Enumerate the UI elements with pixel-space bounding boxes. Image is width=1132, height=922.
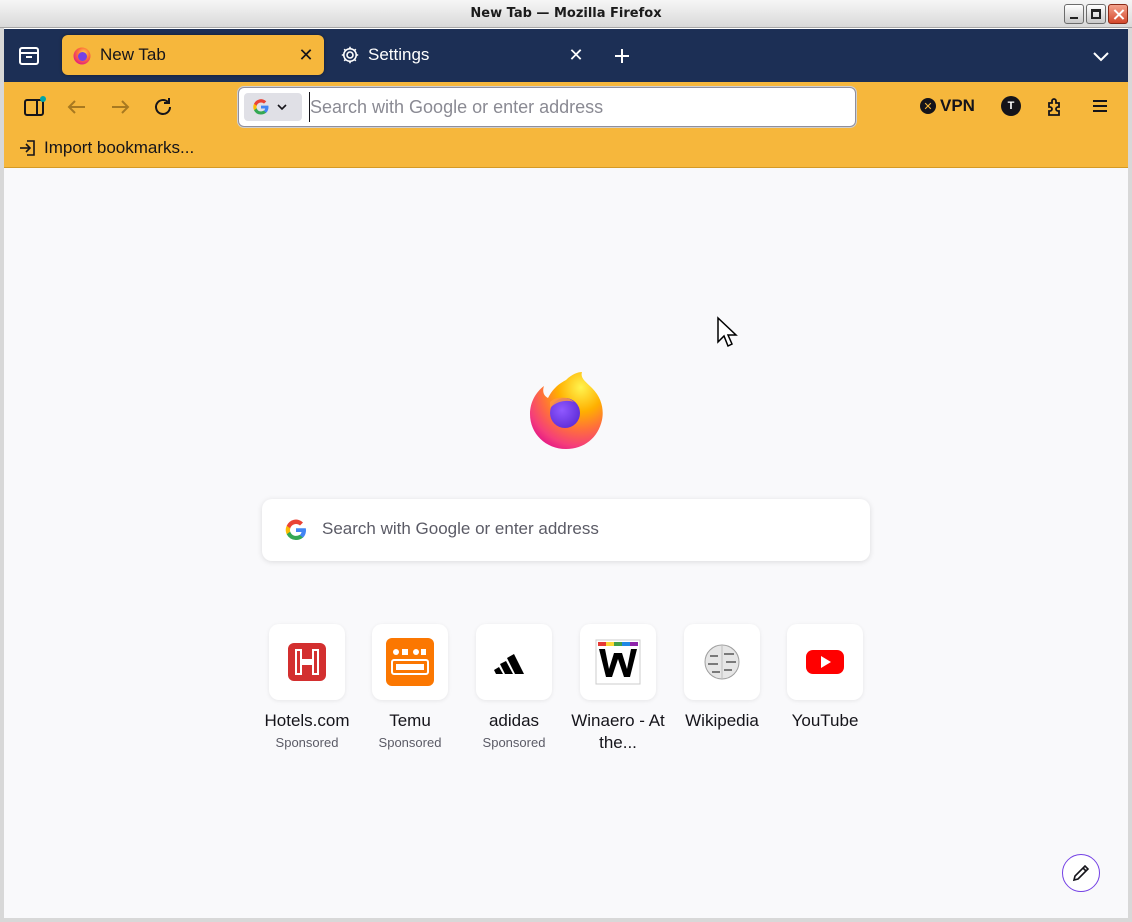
top-site-name: Temu	[389, 711, 431, 730]
list-all-tabs-button[interactable]	[1088, 43, 1114, 69]
firefox-logo-icon	[530, 372, 603, 449]
sponsored-label: Sponsored	[275, 735, 339, 750]
minimize-button[interactable]	[1064, 4, 1084, 24]
plus-icon	[615, 49, 629, 63]
close-tab-icon[interactable]: ✕	[292, 41, 320, 69]
new-tab-search-box[interactable]: Search with Google or enter address	[262, 499, 870, 561]
sidebar-button[interactable]	[22, 94, 48, 120]
top-site-wikipedia[interactable]: Wikipedia	[674, 624, 770, 732]
url-input[interactable]	[309, 92, 849, 122]
import-bookmarks-button[interactable]: Import bookmarks...	[18, 138, 194, 158]
close-tab-icon[interactable]: ✕	[562, 41, 590, 69]
close-window-button[interactable]	[1108, 4, 1128, 24]
window-frame-bottom	[0, 918, 1132, 922]
vpn-button[interactable]: ✕ VPN	[920, 96, 975, 116]
top-site-name: Wikipedia	[685, 711, 759, 730]
window-frame-right	[1128, 28, 1132, 922]
search-engine-selector[interactable]	[244, 93, 302, 121]
top-sites: Hotels.com Sponsored Temu Sponsored adid…	[262, 624, 882, 764]
top-site-icon-box	[684, 624, 760, 700]
top-site-icon-box	[269, 624, 345, 700]
sponsored-label: Sponsored	[482, 735, 546, 750]
top-site-hotels[interactable]: Hotels.com Sponsored	[259, 624, 355, 750]
import-bookmarks-label: Import bookmarks...	[44, 138, 195, 157]
maximize-button[interactable]	[1086, 4, 1106, 24]
vpn-status-icon: ✕	[920, 98, 936, 114]
vpn-label: VPN	[940, 96, 975, 115]
mouse-cursor-icon	[717, 316, 738, 348]
winaero-icon	[595, 639, 641, 685]
tab-settings[interactable]: Settings ✕	[332, 35, 594, 75]
back-button[interactable]	[64, 94, 90, 120]
search-placeholder: Search with Google or enter address	[322, 519, 599, 538]
firefox-view-button[interactable]	[16, 43, 42, 69]
hotels-icon	[288, 643, 326, 681]
window-titlebar: New Tab — Mozilla Firefox	[0, 0, 1132, 28]
tab-label: Settings	[368, 45, 430, 64]
youtube-icon	[806, 650, 844, 674]
tab-strip: New Tab ✕ Settings ✕	[4, 29, 1128, 82]
pencil-icon	[1072, 864, 1090, 882]
temu-icon	[386, 638, 434, 686]
top-site-icon-box	[372, 624, 448, 700]
hamburger-menu-icon	[1093, 100, 1107, 112]
new-tab-page: Search with Google or enter address Hote…	[4, 168, 1128, 918]
arrow-left-icon	[67, 100, 85, 114]
top-site-name: Winaero - At the...	[571, 711, 665, 752]
puzzle-icon	[1048, 98, 1060, 116]
tab-new-tab[interactable]: New Tab ✕	[62, 35, 324, 75]
top-site-icon-box	[476, 624, 552, 700]
google-icon	[285, 519, 306, 541]
top-site-adidas[interactable]: adidas Sponsored	[466, 624, 562, 750]
gear-icon	[341, 46, 359, 64]
address-bar[interactable]	[238, 87, 856, 127]
extensions-button[interactable]	[1044, 94, 1068, 118]
account-button[interactable]: T	[1001, 96, 1021, 116]
reload-icon	[155, 98, 171, 115]
import-icon	[20, 140, 35, 156]
top-site-name: Hotels.com	[264, 711, 350, 730]
top-site-youtube[interactable]: YouTube	[777, 624, 873, 732]
firefox-view-icon	[19, 47, 39, 65]
wikipedia-icon	[704, 644, 740, 680]
top-site-winaero[interactable]: Winaero - At the...	[570, 624, 666, 754]
bookmarks-toolbar: Import bookmarks...	[4, 132, 1128, 168]
forward-button[interactable]	[107, 94, 133, 120]
window-controls	[1064, 4, 1128, 24]
sponsored-label: Sponsored	[378, 735, 442, 750]
window-title: New Tab — Mozilla Firefox	[470, 6, 662, 21]
top-site-icon-box	[580, 624, 656, 700]
chevron-down-icon	[277, 104, 287, 111]
navigation-toolbar: ✕ VPN T	[4, 82, 1128, 132]
adidas-icon	[494, 654, 524, 674]
top-site-name: adidas	[488, 711, 540, 730]
chevron-down-icon	[1093, 52, 1109, 62]
google-icon	[253, 99, 269, 115]
tab-label: New Tab	[100, 45, 166, 64]
top-site-temu[interactable]: Temu Sponsored	[362, 624, 458, 750]
top-site-icon-box	[787, 624, 863, 700]
sidebar-icon	[24, 96, 46, 116]
account-avatar: T	[1007, 100, 1015, 112]
firefox-icon	[73, 47, 91, 65]
reload-button[interactable]	[150, 94, 176, 120]
top-site-name: YouTube	[791, 711, 859, 730]
customize-button[interactable]	[1062, 854, 1100, 892]
new-tab-button[interactable]	[608, 42, 636, 70]
arrow-right-icon	[112, 100, 130, 114]
app-menu-button[interactable]	[1088, 94, 1112, 118]
